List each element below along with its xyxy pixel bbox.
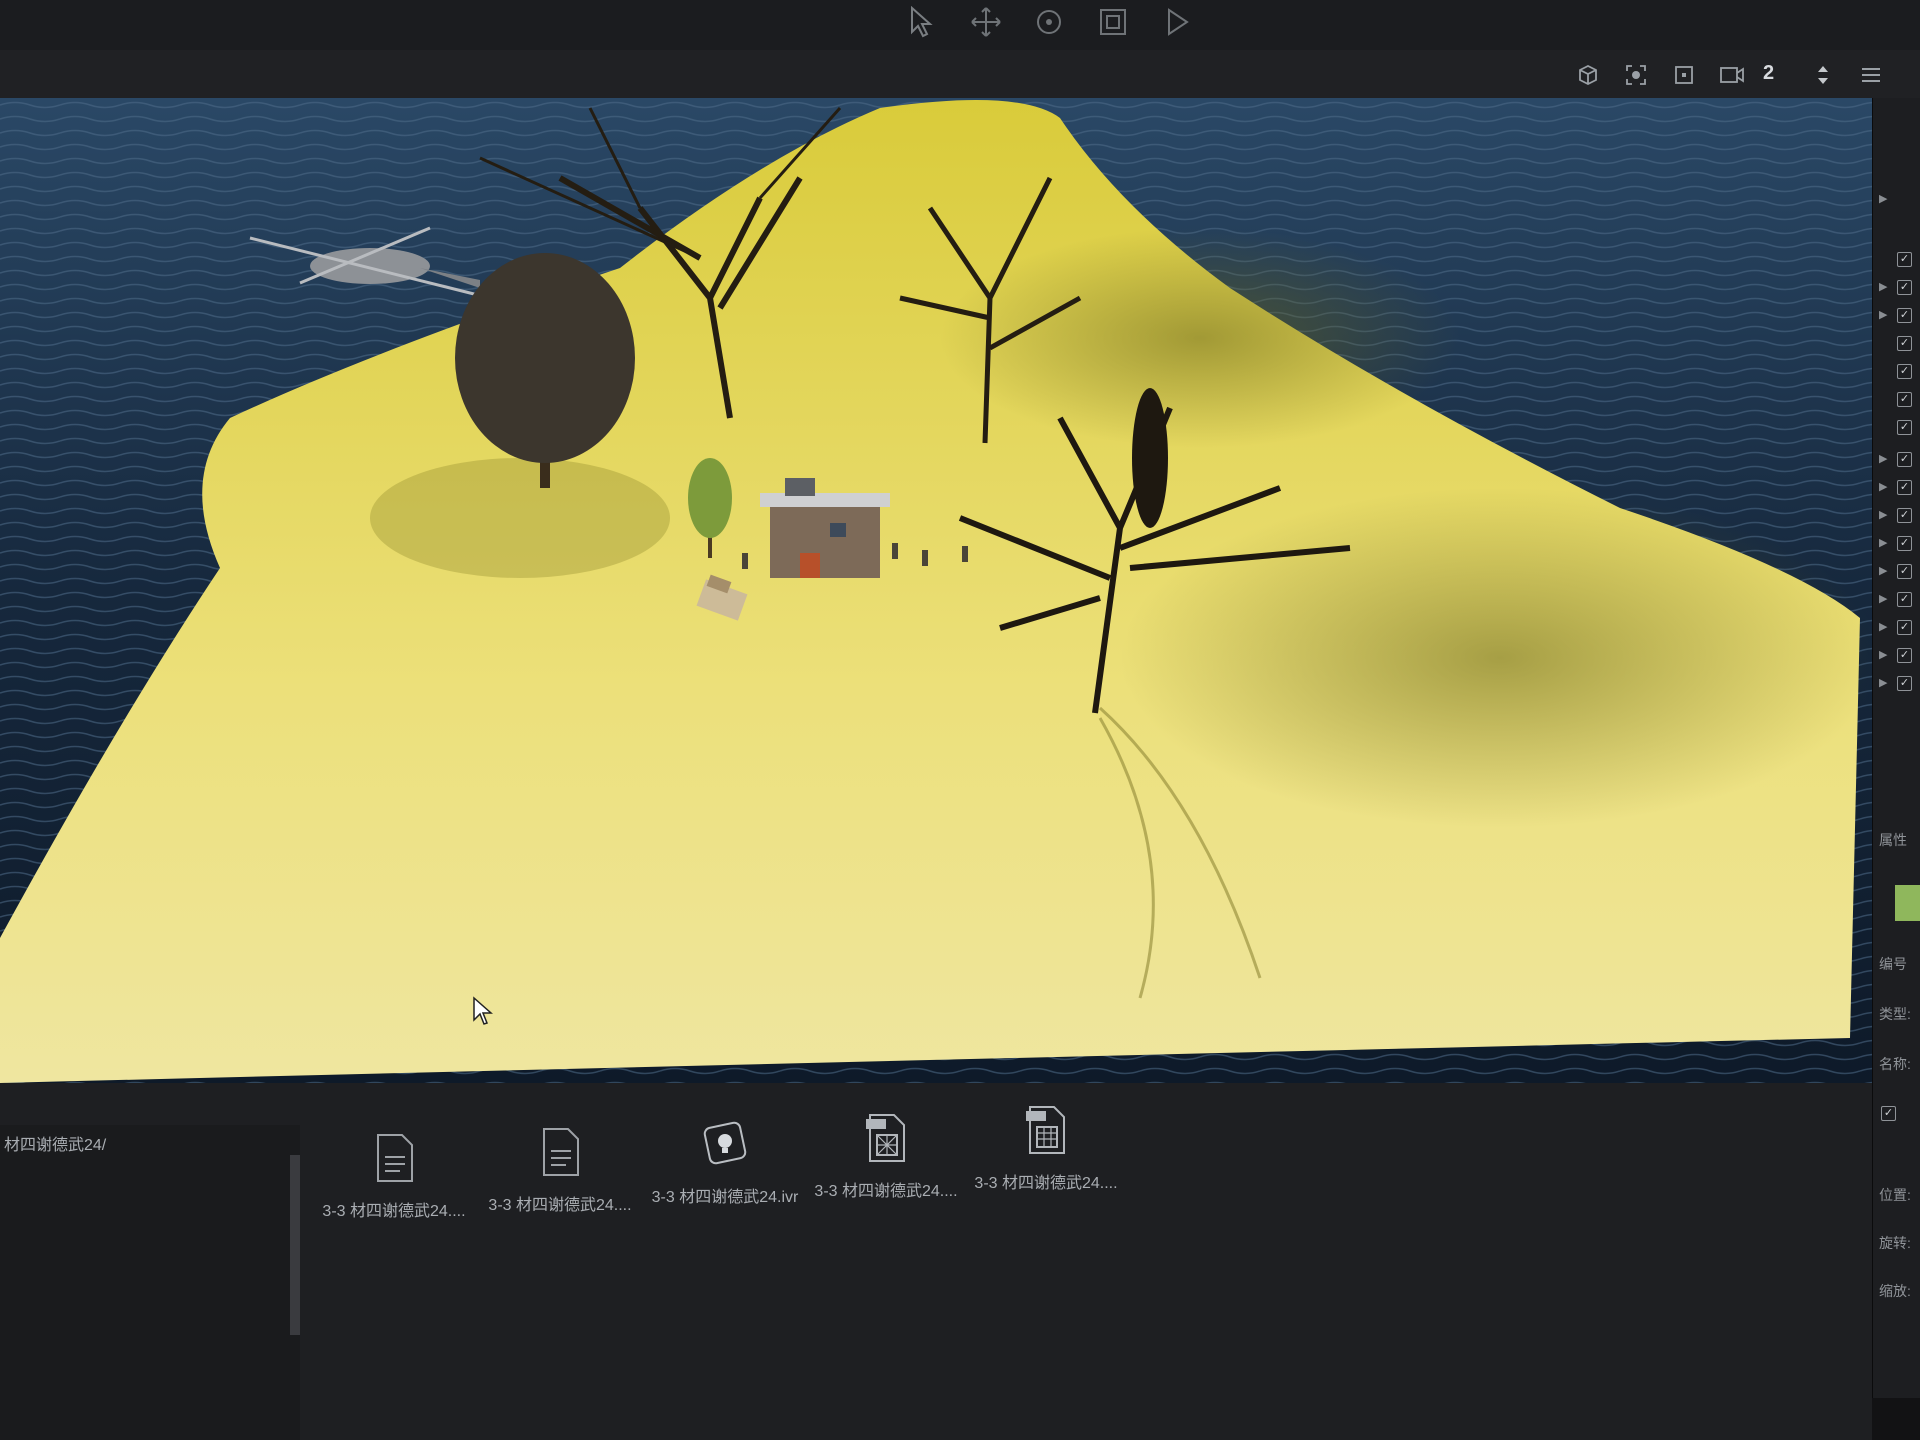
- visibility-checkbox[interactable]: ✓: [1897, 308, 1912, 323]
- id-label: 编号: [1879, 956, 1907, 972]
- cube-view-icon[interactable]: [1573, 60, 1603, 90]
- tree-row[interactable]: ▶ ✓: [1873, 616, 1920, 642]
- asset-label: 3-3 材四谢德武24.ivr: [651, 1189, 799, 1206]
- visibility-checkbox[interactable]: ✓: [1897, 420, 1912, 435]
- visibility-checkbox[interactable]: ✓: [1897, 564, 1912, 579]
- visibility-checkbox[interactable]: ✓: [1897, 480, 1912, 495]
- camera-icon[interactable]: [1717, 60, 1747, 90]
- asset-item[interactable]: 3-3 材四谢德武24....: [314, 1133, 474, 1253]
- tree-row[interactable]: ✓: [1873, 388, 1920, 414]
- visibility-checkbox[interactable]: ✓: [1897, 252, 1912, 267]
- scene-render[interactable]: [0, 98, 1888, 1083]
- 3d-viewport[interactable]: [0, 98, 1888, 1083]
- enable-row[interactable]: ✓: [1873, 1102, 1920, 1128]
- visibility-checkbox[interactable]: ✓: [1897, 508, 1912, 523]
- spinner-icon[interactable]: [1808, 60, 1838, 90]
- tree-row[interactable]: ▶ ✓: [1873, 448, 1920, 474]
- visibility-checkbox[interactable]: ✓: [1897, 620, 1912, 635]
- png-file-icon: [866, 1114, 905, 1162]
- cursor-arrow-icon: [911, 6, 933, 38]
- scale-label: 缩放:: [1879, 1283, 1911, 1299]
- camera-number: 2: [1763, 62, 1775, 84]
- rotation-label: 旋转:: [1879, 1235, 1911, 1251]
- expand-arrow-icon[interactable]: ▶: [1879, 480, 1887, 493]
- tree-row[interactable]: ✓: [1873, 332, 1920, 358]
- asset-item[interactable]: 3-3 材四谢德武24....: [480, 1127, 640, 1247]
- scene-tree-panel: ▶ ✓ ▶ ✓ ▶ ✓ ✓ ✓ ✓ ✓ ▶ ✓ ▶ ✓ ▶ ✓ ▶ ✓ ▶ ✓ ▶ ✓ ▶ ✓ ▶…: [1872, 98, 1920, 1398]
- focus-icon[interactable]: [1621, 60, 1651, 90]
- visibility-checkbox[interactable]: ✓: [1897, 536, 1912, 551]
- tree-row[interactable]: ▶ ✓: [1873, 504, 1920, 530]
- expand-arrow-icon[interactable]: ▶: [1879, 648, 1887, 661]
- type-label: 类型:: [1879, 1006, 1911, 1022]
- expand-arrow-icon[interactable]: ▶: [1879, 620, 1887, 633]
- visibility-checkbox[interactable]: ✓: [1897, 592, 1912, 607]
- tree-row[interactable]: ▶ ✓: [1873, 276, 1920, 302]
- mouse-cursor-icon: [473, 996, 493, 1025]
- expand-arrow-icon[interactable]: ▶: [1879, 508, 1887, 521]
- folder-tree[interactable]: [0, 1155, 300, 1440]
- asset-label: 3-3 材四谢德武24....: [322, 1203, 466, 1220]
- folder-scrollbar[interactable]: [290, 1155, 300, 1335]
- asset-path[interactable]: 材四谢德武24/: [4, 1131, 106, 1155]
- expand-arrow-icon[interactable]: ▶: [1879, 280, 1887, 293]
- move-arrows-icon: [971, 7, 1001, 37]
- visibility-checkbox[interactable]: ✓: [1897, 336, 1912, 351]
- play-icon: [1168, 8, 1189, 36]
- properties-header: 属性: [1879, 832, 1907, 848]
- tree-row[interactable]: ▶ ✓: [1873, 532, 1920, 558]
- expand-arrow-icon[interactable]: ▶: [1879, 676, 1887, 689]
- expand-arrow-icon[interactable]: ▶: [1879, 564, 1887, 577]
- expand-arrow-icon[interactable]: ▶: [1879, 308, 1887, 321]
- asset-label: 3-3 材四谢德武24....: [488, 1197, 632, 1214]
- expand-arrow-icon[interactable]: ▶: [1879, 452, 1887, 465]
- play-button[interactable]: [1157, 2, 1197, 42]
- tree-row[interactable]: ▶ ✓: [1873, 644, 1920, 670]
- tree-row[interactable]: ✓: [1873, 416, 1920, 442]
- tree-row[interactable]: ▶ ✓: [1873, 588, 1920, 614]
- visibility-checkbox[interactable]: ✓: [1897, 676, 1912, 691]
- asset-path-bar: 材四谢德武24/: [0, 1125, 300, 1156]
- color-swatch[interactable]: [1895, 885, 1920, 921]
- tree-row[interactable]: ✓: [1873, 248, 1920, 274]
- scale-tool-button[interactable]: [1093, 2, 1133, 42]
- tree-row[interactable]: ▶ ✓: [1873, 560, 1920, 586]
- asset-browser: 材四谢德武24/ 3-3 材四谢德武24.... 3-3 材四谢德武24....…: [0, 1083, 1872, 1440]
- asset-item[interactable]: 3-3 材四谢德武24.ivr: [645, 1119, 805, 1239]
- document-icon: [543, 1128, 579, 1176]
- scale-box-icon: [1100, 9, 1126, 35]
- tree-row[interactable]: ▶: [1873, 188, 1920, 214]
- visibility-checkbox[interactable]: ✓: [1897, 280, 1912, 295]
- tree-row[interactable]: ▶ ✓: [1873, 476, 1920, 502]
- name-label: 名称:: [1879, 1056, 1911, 1072]
- expand-arrow-icon[interactable]: ▶: [1879, 192, 1887, 205]
- frame-icon[interactable]: [1669, 60, 1699, 90]
- visibility-checkbox[interactable]: ✓: [1897, 364, 1912, 379]
- expand-arrow-icon[interactable]: ▶: [1879, 592, 1887, 605]
- menu-icon[interactable]: [1856, 60, 1886, 90]
- rotate-icon: [1037, 10, 1061, 34]
- asset-label: 3-3 材四谢德武24....: [974, 1175, 1118, 1192]
- asset-item[interactable]: 3-3 材四谢德武24....: [806, 1113, 966, 1233]
- select-tool-button[interactable]: [902, 2, 942, 42]
- enable-checkbox[interactable]: ✓: [1881, 1106, 1896, 1121]
- asset-item[interactable]: 3-3 材四谢德武24....: [966, 1105, 1126, 1225]
- house-model[interactable]: [760, 478, 890, 578]
- image-file-icon: [1026, 1106, 1065, 1154]
- document-icon: [377, 1134, 413, 1182]
- top-toolbar: [0, 0, 1920, 50]
- rotate-tool-button[interactable]: [1029, 2, 1069, 42]
- position-label: 位置:: [1879, 1187, 1911, 1203]
- visibility-checkbox[interactable]: ✓: [1897, 648, 1912, 663]
- visibility-checkbox[interactable]: ✓: [1897, 452, 1912, 467]
- visibility-checkbox[interactable]: ✓: [1897, 392, 1912, 407]
- move-tool-button[interactable]: [966, 2, 1006, 42]
- tree-row[interactable]: ✓: [1873, 360, 1920, 386]
- asset-label: 3-3 材四谢德武24....: [814, 1183, 958, 1200]
- tree-row[interactable]: ▶ ✓: [1873, 304, 1920, 330]
- tree-row[interactable]: ▶ ✓: [1873, 672, 1920, 698]
- scene-bulb-icon: [703, 1121, 747, 1165]
- expand-arrow-icon[interactable]: ▶: [1879, 536, 1887, 549]
- viewport-header: 2: [0, 50, 1920, 99]
